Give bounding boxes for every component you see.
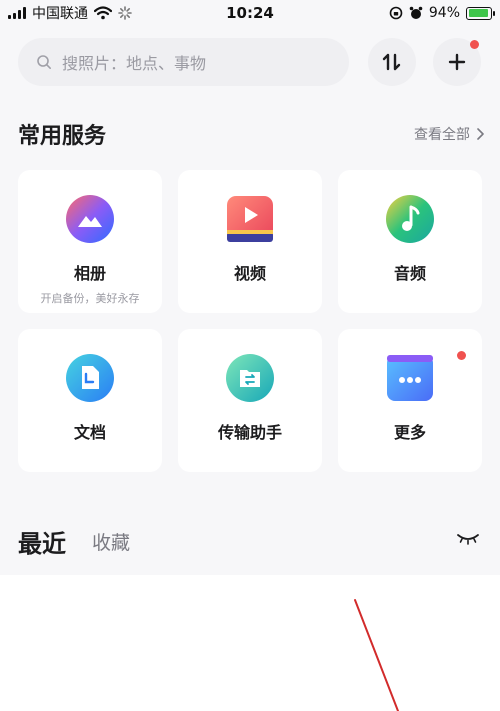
status-right: 94% <box>389 5 495 21</box>
search-input[interactable]: 搜照片：地点、事物 <box>18 38 349 86</box>
status-left: 中国联通 <box>8 3 132 23</box>
service-label: 传输助手 <box>217 423 282 442</box>
search-placeholder: 搜照片：地点、事物 <box>62 54 207 73</box>
battery-icon <box>466 6 495 20</box>
sort-icon <box>382 53 401 71</box>
tab-recent[interactable]: 最近 <box>18 524 66 559</box>
service-sublabel: 开启备份，美好永存 <box>40 292 140 305</box>
notification-dot <box>457 351 466 360</box>
service-label: 文档 <box>73 423 106 442</box>
service-card-document[interactable]: 文档 <box>18 329 162 472</box>
hide-toggle-button[interactable] <box>456 531 480 550</box>
service-card-more[interactable]: 更多 <box>338 329 482 472</box>
eye-closed-icon <box>457 534 479 545</box>
service-card-album[interactable]: 相册 开启备份，美好永存 <box>18 170 162 313</box>
more-icon <box>385 353 435 403</box>
transfer-icon <box>225 353 275 403</box>
service-label: 相册 <box>73 264 106 283</box>
service-label: 音频 <box>393 264 426 283</box>
section-title: 常用服务 <box>18 124 107 149</box>
service-card-transfer[interactable]: 传输助手 <box>178 329 322 472</box>
status-bar: 中国联通 10:24 94% <box>0 0 500 26</box>
chevron-right-icon <box>477 128 484 140</box>
sort-button[interactable] <box>368 38 416 86</box>
service-card-audio[interactable]: 音频 <box>338 170 482 313</box>
services-header: 常用服务 查看全部 <box>18 118 484 150</box>
audio-icon <box>385 194 435 244</box>
video-icon <box>225 194 275 244</box>
top-row: 搜照片：地点、事物 <box>18 38 484 86</box>
wifi-icon <box>94 6 112 20</box>
tab-favorites[interactable]: 收藏 <box>92 528 130 555</box>
recent-content <box>0 575 500 711</box>
plus-icon <box>448 53 466 71</box>
loading-icon <box>118 6 132 20</box>
alarm-icon <box>409 6 423 19</box>
service-label: 视频 <box>233 264 266 283</box>
signal-icon <box>8 7 26 19</box>
album-icon <box>65 194 115 244</box>
orientation-lock-icon <box>389 6 403 20</box>
see-all-label: 查看全部 <box>414 127 470 143</box>
search-icon <box>37 55 51 69</box>
service-label: 更多 <box>393 423 426 442</box>
battery-percent: 94% <box>428 5 460 21</box>
see-all-link[interactable]: 查看全部 <box>414 124 484 144</box>
add-button[interactable] <box>433 38 481 86</box>
notification-dot <box>470 40 479 49</box>
recent-tabs: 最近 收藏 <box>18 523 482 559</box>
document-icon <box>65 353 115 403</box>
annotation-arrow-line <box>354 599 399 711</box>
carrier-name: 中国联通 <box>32 6 88 22</box>
service-card-video[interactable]: 视频 <box>178 170 322 313</box>
battery-level <box>468 9 489 17</box>
